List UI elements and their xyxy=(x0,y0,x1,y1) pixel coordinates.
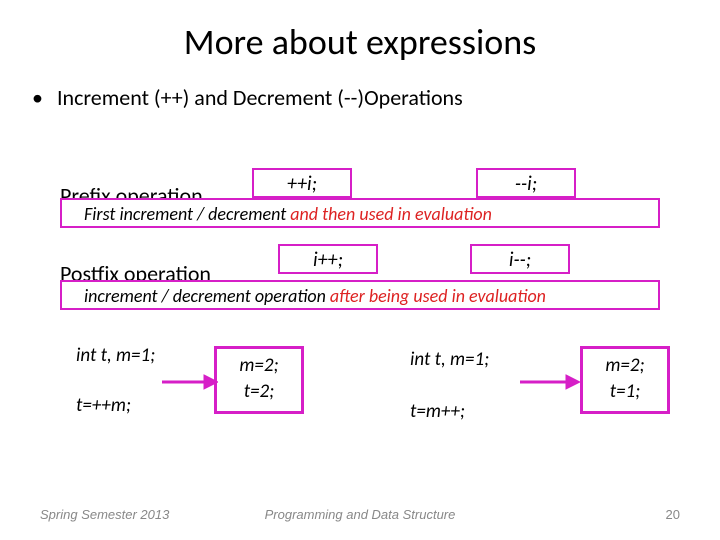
slide-title: More about expressions xyxy=(0,0,720,84)
arrow-right-icon xyxy=(520,370,580,394)
footer-center: Programming and Data Structure xyxy=(0,507,720,522)
prefix-example-1: ++i; xyxy=(252,168,352,198)
arrow-left-icon xyxy=(162,370,218,394)
example-right-decl: int t, m=1; xyxy=(410,348,489,371)
postfix-explain-highlight: after being used in evaluation xyxy=(330,285,546,307)
example-right-result-m: m=2; xyxy=(583,353,667,379)
example-left-result-t: t=2; xyxy=(217,379,301,405)
example-left-result-m: m=2; xyxy=(217,353,301,379)
prefix-explain-bar: First increment / decrement and then use… xyxy=(60,198,660,228)
prefix-explain-plain: First increment / decrement xyxy=(84,203,290,225)
postfix-example-2: i--; xyxy=(470,244,570,274)
example-right-stmt: t=m++; xyxy=(410,400,465,423)
postfix-example-1: i++; xyxy=(278,244,378,274)
example-right-result-box: m=2; t=1; xyxy=(580,346,670,414)
bullet-dot-icon: • xyxy=(32,84,43,111)
bullet-main: • Increment (++) and Decrement (--)Opera… xyxy=(0,84,720,111)
example-right-result-t: t=1; xyxy=(583,379,667,405)
example-left-decl: int t, m=1; xyxy=(76,344,155,367)
bullet-text: Increment (++) and Decrement (--)Operati… xyxy=(57,84,463,111)
footer: Spring Semester 2013 Programming and Dat… xyxy=(0,507,720,522)
postfix-explain-bar: increment / decrement operation after be… xyxy=(60,280,660,310)
example-left-result-box: m=2; t=2; xyxy=(214,346,304,414)
prefix-example-2: --i; xyxy=(476,168,576,198)
prefix-explain-highlight: and then used in evaluation xyxy=(290,203,492,225)
postfix-explain-plain: increment / decrement operation xyxy=(84,285,330,307)
example-left-stmt: t=++m; xyxy=(76,394,131,417)
